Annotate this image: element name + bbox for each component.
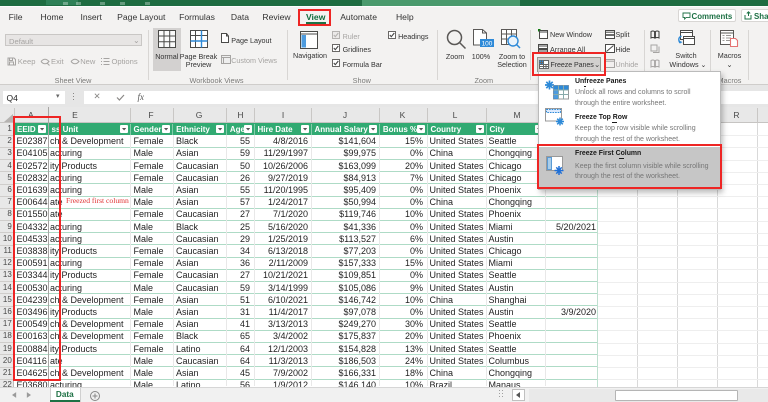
svg-text:100: 100 [482,40,493,47]
